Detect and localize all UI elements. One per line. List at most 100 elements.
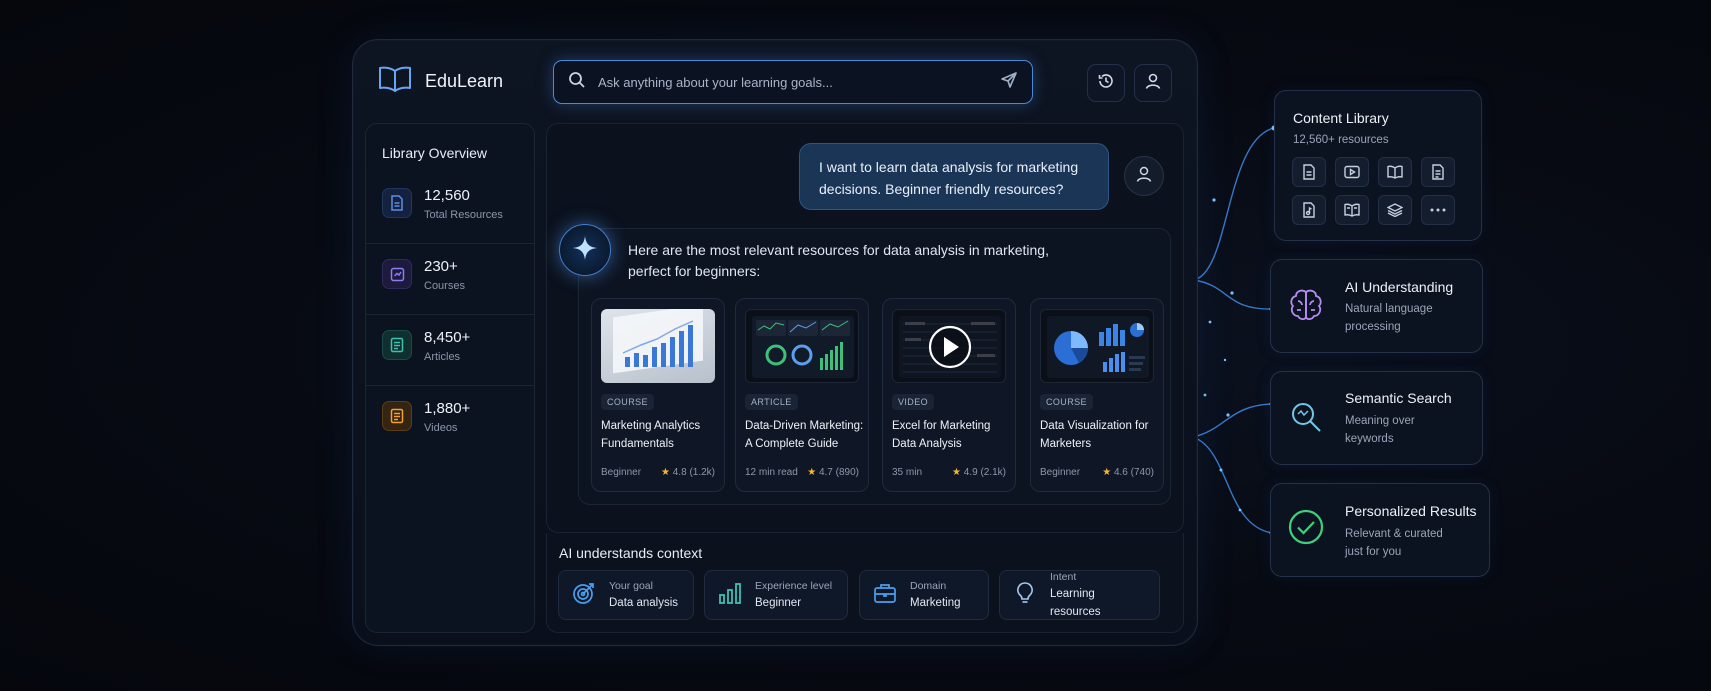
stat-value: 1,880+ [424, 400, 471, 417]
briefcase-icon [872, 580, 898, 611]
resource-title: Data-Driven Marketing: A Complete Guide [745, 420, 864, 450]
chip-value: Learning resources [1050, 587, 1101, 618]
star-icon: ★ [952, 467, 961, 478]
rating-value: 4.9 [963, 467, 978, 478]
stat-articles: 8,450+ Articles [382, 328, 470, 363]
chip-label: Experience level [755, 579, 833, 592]
ai-message: Here are the most relevant resources for… [628, 242, 1049, 279]
send-icon[interactable] [1000, 71, 1018, 94]
chip-value: Beginner [755, 596, 802, 609]
resource-rating: ★ 4.7 (890) [807, 467, 859, 478]
resource-card[interactable]: ARTICLE Data-Driven Marketing: A Complet… [735, 298, 869, 492]
rating-value: 4.8 [672, 467, 687, 478]
feature-subtitle: Natural language [1345, 303, 1433, 315]
resource-rating: ★ 4.8 (1.2k) [661, 467, 715, 478]
stat-value: 8,450+ [424, 329, 471, 346]
chip-value: Data analysis [609, 596, 679, 609]
document-icon [382, 188, 412, 218]
resource-type-badge: ARTICLE [745, 394, 798, 410]
rating-count: (890) [835, 467, 859, 478]
feature-subtitle: 12,560+ resources [1293, 134, 1389, 146]
ai-avatar [559, 224, 611, 276]
resource-card[interactable]: COURSE Data Visualization for Marketers … [1030, 298, 1164, 492]
book-open-icon [1378, 157, 1412, 187]
sidebar-title: Library Overview [382, 145, 488, 161]
feature-title: Semantic Search [1345, 390, 1452, 406]
divider [365, 243, 535, 244]
star-icon: ★ [807, 467, 817, 478]
profile-button[interactable] [1134, 64, 1172, 102]
context-chip-goal: Your goal Data analysis [558, 570, 694, 620]
history-button[interactable] [1087, 64, 1125, 102]
star-icon: ★ [661, 467, 670, 478]
rating-value: 4.7 [818, 467, 833, 478]
feature-title: Content Library [1293, 110, 1389, 126]
context-title: AI understands context [559, 545, 703, 561]
resource-type-badge: VIDEO [892, 394, 935, 410]
resource-meta: Beginner [1040, 467, 1081, 478]
check-circle-icon [1284, 505, 1328, 549]
feature-subtitle: Relevant & curated [1345, 528, 1443, 540]
feature-subtitle: processing [1345, 321, 1401, 333]
sparkle-icon [571, 234, 599, 267]
rating-count: (2.1k) [980, 467, 1006, 478]
rating-count: (1.2k) [689, 467, 715, 478]
context-chip-domain: Domain Marketing [859, 570, 989, 620]
stat-label: Total Resources [424, 209, 503, 221]
magnifier-icon [1284, 395, 1328, 439]
divider [365, 385, 535, 386]
video-icon [382, 401, 412, 431]
resource-rating: ★ 4.6 (740) [1102, 467, 1154, 478]
user-message: I want to learn data analysis for market… [799, 143, 1109, 210]
history-icon [1097, 72, 1115, 95]
audio-file-icon [1292, 195, 1326, 225]
resource-rating: ★ 4.9 (2.1k) [952, 467, 1006, 478]
book-icon [1335, 195, 1369, 225]
search-input[interactable] [598, 74, 988, 90]
stat-total-resources: 12,560 Total Resources [382, 186, 503, 221]
context-chip-experience: Experience level Beginner [704, 570, 848, 620]
resource-meta: 35 min [892, 467, 923, 478]
feature-title: Personalized Results [1345, 503, 1477, 519]
resource-type-badge: COURSE [601, 394, 654, 410]
stat-value: 230+ [424, 258, 458, 275]
article-icon [382, 330, 412, 360]
user-icon [1135, 165, 1153, 188]
feature-subtitle: just for you [1345, 546, 1402, 558]
chip-value: Marketing [910, 596, 961, 609]
stat-courses: 230+ Courses [382, 257, 465, 292]
video-icon [1335, 157, 1369, 187]
document-icon [1292, 157, 1326, 187]
divider [365, 314, 535, 315]
chip-label: Domain [910, 579, 947, 592]
brand[interactable]: EduLearn [378, 65, 503, 98]
stat-label: Courses [424, 280, 465, 292]
resource-title: Marketing Analytics Fundamentals [601, 420, 701, 450]
feature-subtitle: Meaning over [1345, 415, 1415, 427]
resource-card[interactable]: COURSE Marketing Analytics Fundamentals … [591, 298, 725, 492]
search-bar[interactable] [553, 60, 1033, 104]
stat-label: Videos [424, 422, 458, 434]
lightbulb-icon [1012, 580, 1038, 611]
more-icon[interactable] [1421, 195, 1455, 225]
thumbnail-pie-chart [1040, 309, 1154, 383]
thumbnail-video [892, 309, 1006, 383]
layers-icon [1378, 195, 1412, 225]
rating-value: 4.6 [1113, 467, 1128, 478]
resource-title: Data Visualization for Marketers [1040, 420, 1149, 450]
resource-card[interactable]: VIDEO Excel for Marketing Data Analysis … [882, 298, 1016, 492]
user-icon [1144, 72, 1162, 95]
course-icon [382, 259, 412, 289]
book-icon [378, 65, 412, 98]
brain-icon [1284, 283, 1328, 327]
resource-meta: Beginner [601, 467, 642, 478]
user-avatar [1124, 156, 1164, 196]
stat-label: Articles [424, 351, 461, 363]
star-icon: ★ [1102, 467, 1112, 478]
bar-chart-icon [717, 580, 743, 611]
chip-label: Your goal [609, 579, 653, 592]
resource-meta: 12 min read [745, 467, 798, 478]
brand-name: EduLearn [425, 71, 504, 91]
context-chip-intent: Intent Learning resources [999, 570, 1160, 620]
chip-label: Intent [1050, 570, 1077, 583]
